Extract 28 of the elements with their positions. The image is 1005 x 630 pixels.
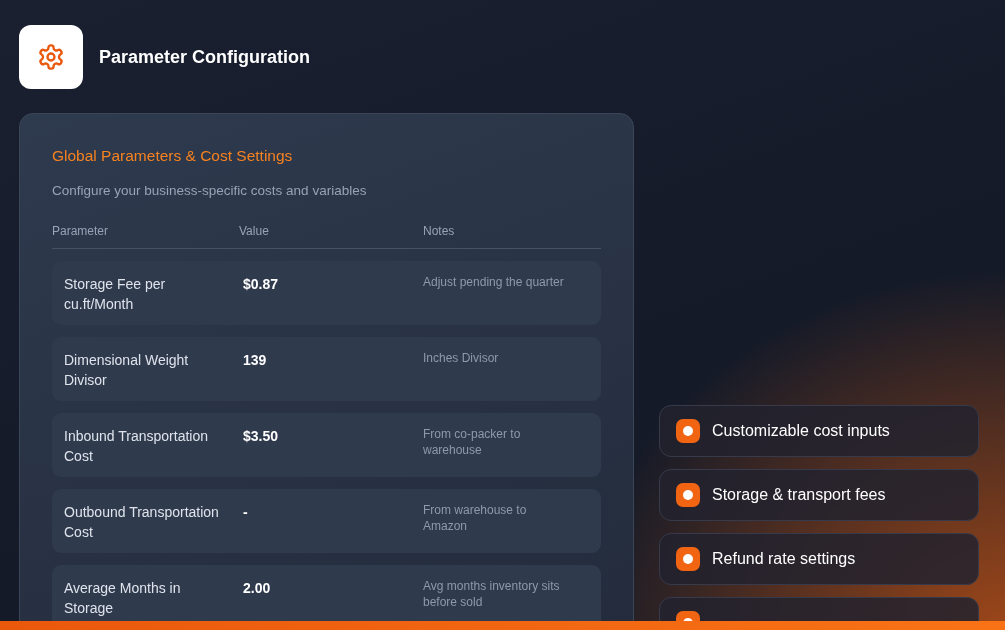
parameter-value: 2.00 [243, 579, 272, 598]
parameter-name: Outbound Transportation Cost [64, 503, 220, 542]
parameter-name: Storage Fee per cu.ft/Month [64, 275, 167, 314]
parameter-note: Avg months inventory sits before sold [423, 578, 561, 611]
bullet-icon [676, 483, 700, 507]
parameter-note: From co-packer to warehouse [423, 426, 522, 459]
column-header: Value [239, 224, 270, 238]
parameter-note: From warehouse to Amazon [423, 502, 528, 535]
bullet-icon [676, 419, 700, 443]
parameter-value: 139 [243, 351, 268, 370]
parameter-value: - [243, 503, 249, 522]
parameter-name: Inbound Transportation Cost [64, 427, 209, 466]
column-header: Notes [423, 224, 456, 238]
settings-icon [37, 43, 65, 71]
feature-label: Customizable cost inputs [712, 422, 890, 440]
card-title: Global Parameters & Cost Settings [52, 147, 294, 165]
parameter-value: $0.87 [243, 275, 280, 294]
parameter-note: Inches Divisor [423, 350, 500, 367]
parameter-name: Dimensional Weight Divisor [64, 351, 190, 390]
column-header: Parameter [52, 224, 110, 238]
parameter-note: Adjust pending the quarter [423, 274, 565, 291]
feature-label: Storage & transport fees [712, 486, 886, 504]
card-subtitle: Configure your business-specific costs and variables [52, 183, 368, 198]
page-title: Parameter Configuration [99, 46, 311, 68]
feature-label: Refund rate settings [712, 550, 856, 568]
parameter-name: Average Months in Storage [64, 579, 182, 618]
parameter-value: $3.50 [243, 427, 280, 446]
bullet-icon [676, 547, 700, 571]
